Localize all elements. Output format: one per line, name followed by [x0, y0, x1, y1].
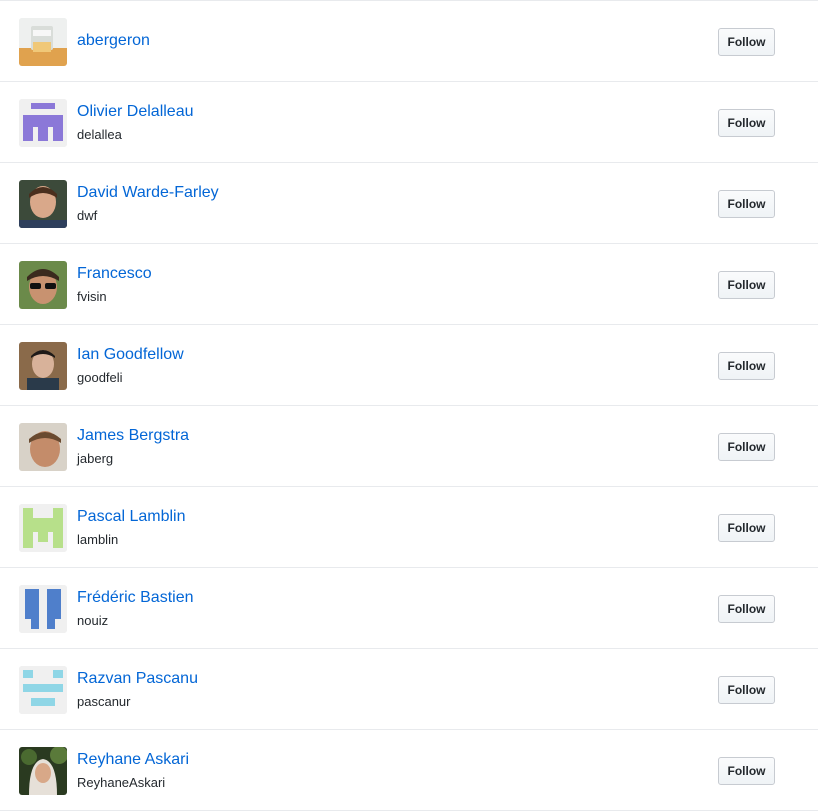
follow-button[interactable]: Follow — [718, 595, 775, 623]
list-item: Reyhane Askari ReyhaneAskari Follow — [0, 730, 818, 811]
photo-avatar-icon[interactable] — [19, 180, 67, 228]
photo-avatar-icon[interactable] — [19, 747, 67, 795]
user-login: dwf — [77, 208, 98, 223]
user-name-link[interactable]: abergeron — [77, 31, 150, 51]
user-name-link[interactable]: Olivier Delalleau — [77, 102, 194, 122]
list-item: Ian Goodfellow goodfeli Follow — [0, 325, 818, 406]
follow-button[interactable]: Follow — [718, 109, 775, 137]
user-login: nouiz — [77, 613, 109, 628]
user-name-link[interactable]: James Bergstra — [77, 426, 189, 446]
photo-avatar-icon[interactable] — [19, 342, 67, 390]
follow-button[interactable]: Follow — [718, 676, 775, 704]
follow-button[interactable]: Follow — [718, 514, 775, 542]
user-name-link[interactable]: David Warde-Farley — [77, 183, 219, 203]
follow-button[interactable]: Follow — [718, 28, 775, 56]
user-name-link[interactable]: Frédéric Bastien — [77, 588, 194, 608]
list-item: abergeron Follow — [0, 1, 818, 82]
follow-button[interactable]: Follow — [718, 433, 775, 461]
follow-button[interactable]: Follow — [718, 271, 775, 299]
list-item: David Warde-Farley dwf Follow — [0, 163, 818, 244]
user-login: delallea — [77, 127, 122, 142]
user-name-link[interactable]: Ian Goodfellow — [77, 345, 184, 365]
identicon-avatar-icon[interactable] — [19, 666, 67, 714]
list-item: Razvan Pascanu pascanur Follow — [0, 649, 818, 730]
follow-button[interactable]: Follow — [718, 352, 775, 380]
photo-avatar-icon[interactable] — [19, 423, 67, 471]
list-item: James Bergstra jaberg Follow — [0, 406, 818, 487]
identicon-avatar-icon[interactable] — [19, 504, 67, 552]
list-item: Olivier Delalleau delallea Follow — [0, 82, 818, 163]
user-name-link[interactable]: Razvan Pascanu — [77, 669, 198, 689]
list-item: Francesco fvisin Follow — [0, 244, 818, 325]
list-item: Pascal Lamblin lamblin Follow — [0, 487, 818, 568]
user-login: lamblin — [77, 532, 119, 547]
user-name-link[interactable]: Reyhane Askari — [77, 750, 189, 770]
following-list: abergeron Follow Olivier Delalleau delal… — [0, 0, 818, 811]
user-login: ReyhaneAskari — [77, 775, 166, 790]
user-name-link[interactable]: Pascal Lamblin — [77, 507, 186, 527]
user-name-link[interactable]: Francesco — [77, 264, 152, 284]
user-login: jaberg — [77, 451, 114, 466]
identicon-avatar-icon[interactable] — [19, 585, 67, 633]
user-login: goodfeli — [77, 370, 123, 385]
identicon-avatar-icon[interactable] — [19, 99, 67, 147]
follow-button[interactable]: Follow — [718, 757, 775, 785]
follow-button[interactable]: Follow — [718, 190, 775, 218]
photo-avatar-icon[interactable] — [19, 261, 67, 309]
photo-avatar-icon[interactable] — [19, 18, 67, 66]
list-item: Frédéric Bastien nouiz Follow — [0, 568, 818, 649]
user-login: pascanur — [77, 694, 131, 709]
user-login: fvisin — [77, 289, 107, 304]
